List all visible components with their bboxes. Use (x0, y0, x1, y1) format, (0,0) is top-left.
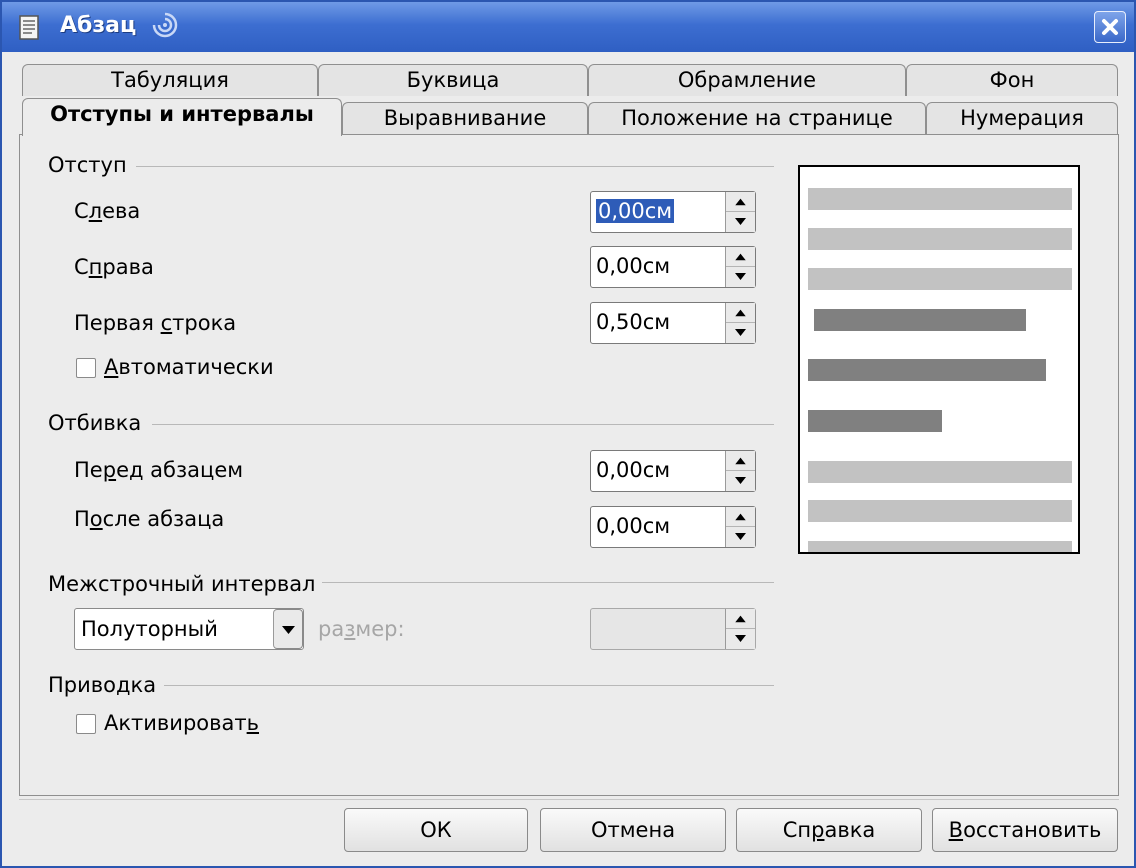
line-spacing-dropdown-button[interactable] (273, 609, 303, 649)
spacing-divider (152, 424, 774, 425)
preview-line (808, 359, 1046, 381)
arrow-up-icon[interactable] (726, 192, 755, 212)
arrow-down-icon[interactable] (726, 323, 755, 343)
ok-button[interactable]: ОК (344, 808, 528, 852)
indent-left-value[interactable]: 0,00см (596, 199, 675, 223)
app-logo-icon (152, 12, 178, 38)
preview-line (808, 461, 1072, 483)
arrow-up-icon[interactable] (726, 303, 755, 323)
title-bar[interactable]: Абзац (2, 2, 1134, 52)
register-heading: Приводка (48, 673, 157, 697)
first-line-value[interactable]: 0,50см (596, 310, 670, 334)
after-paragraph-spin-buttons[interactable] (725, 507, 755, 547)
tab-text-flow[interactable]: Положение на странице (588, 102, 926, 134)
register-divider (164, 685, 774, 686)
line-spacing-select[interactable]: Полуторный (74, 608, 304, 650)
chevron-down-icon (282, 626, 295, 634)
before-paragraph-label: Перед абзацем (74, 458, 244, 482)
document-icon (19, 15, 39, 40)
close-icon (1102, 19, 1118, 35)
arrow-down-icon[interactable] (726, 471, 755, 491)
tab-background[interactable]: Фон (906, 64, 1118, 96)
arrow-down-icon[interactable] (726, 212, 755, 232)
preview-line (808, 188, 1072, 210)
reset-button[interactable]: Восстановить (932, 808, 1118, 852)
auto-checkbox-label[interactable]: Автоматически (104, 355, 274, 379)
auto-checkbox[interactable] (76, 358, 96, 378)
preview-line (808, 268, 1072, 290)
spacing-heading: Отбивка (48, 411, 142, 435)
size-spinbox[interactable] (590, 608, 756, 650)
line-spacing-value: Полуторный (81, 617, 218, 641)
arrow-down-icon[interactable] (726, 527, 755, 547)
first-line-label: Первая строка (74, 311, 237, 335)
tab-numbering[interactable]: Нумерация (926, 102, 1118, 134)
first-line-spin-buttons[interactable] (725, 303, 755, 343)
paragraph-preview (798, 165, 1080, 554)
tab-indents-spacing[interactable]: Отступы и интервалы (22, 98, 342, 136)
close-button[interactable] (1094, 11, 1126, 43)
indent-right-label: Справа (74, 255, 154, 279)
preview-line (808, 410, 942, 432)
before-paragraph-value[interactable]: 0,00см (596, 458, 670, 482)
tab-borders[interactable]: Обрамление (588, 64, 906, 96)
indent-right-spin-buttons[interactable] (725, 247, 755, 287)
tab-tabs[interactable]: Табуляция (22, 64, 318, 96)
indent-right-value[interactable]: 0,00см (596, 254, 670, 278)
window-title: Абзац (60, 13, 137, 38)
cancel-button[interactable]: Отмена (540, 808, 726, 852)
tab-drop-caps[interactable]: Буквица (318, 64, 588, 96)
indent-heading: Отступ (48, 153, 127, 177)
footer-divider (19, 799, 1119, 800)
first-line-spinbox[interactable]: 0,50см (590, 302, 756, 344)
preview-line (808, 500, 1072, 522)
line-spacing-divider (322, 582, 774, 583)
arrow-down-icon[interactable] (726, 629, 755, 649)
indent-left-label: Слева (74, 199, 141, 223)
preview-line (814, 309, 1026, 331)
arrow-down-icon[interactable] (726, 267, 755, 287)
before-paragraph-spinbox[interactable]: 0,00см (590, 450, 756, 492)
arrow-up-icon[interactable] (726, 609, 755, 629)
indent-left-spinbox[interactable]: 0,00см (590, 191, 756, 233)
after-paragraph-spinbox[interactable]: 0,00см (590, 506, 756, 548)
preview-line (808, 228, 1072, 250)
size-spin-buttons[interactable] (725, 609, 755, 649)
before-paragraph-spin-buttons[interactable] (725, 451, 755, 491)
size-label: размер: (318, 617, 405, 641)
tab-alignment[interactable]: Выравнивание (342, 102, 588, 134)
indent-divider (136, 166, 774, 167)
activate-checkbox-label[interactable]: Активировать (104, 711, 259, 735)
help-button[interactable]: Справка (736, 808, 922, 852)
activate-checkbox[interactable] (76, 714, 96, 734)
arrow-up-icon[interactable] (726, 451, 755, 471)
paragraph-dialog: Абзац Табуляция Буквица Обрамление Фон О… (0, 0, 1136, 868)
after-paragraph-value[interactable]: 0,00см (596, 514, 670, 538)
after-paragraph-label: После абзаца (74, 507, 225, 531)
preview-line (808, 541, 1072, 552)
indent-left-spin-buttons[interactable] (725, 192, 755, 232)
line-spacing-heading: Межстрочный интервал (48, 572, 316, 596)
indent-right-spinbox[interactable]: 0,00см (590, 246, 756, 288)
arrow-up-icon[interactable] (726, 247, 755, 267)
arrow-up-icon[interactable] (726, 507, 755, 527)
